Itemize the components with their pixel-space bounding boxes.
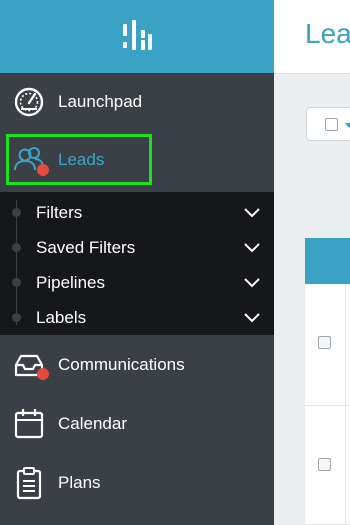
logo-bar[interactable] [0, 0, 274, 73]
submenu-item-pipelines[interactable]: Pipelines [0, 265, 274, 300]
table-row [305, 406, 350, 525]
select-all-checkbox[interactable] [325, 118, 338, 131]
table-gutter [274, 238, 305, 525]
column-divider [345, 284, 346, 405]
row-checkbox[interactable] [318, 336, 331, 349]
column-divider [345, 406, 346, 524]
nav-item-plans[interactable]: Plans [0, 454, 274, 512]
clipboard-icon [16, 467, 42, 500]
notification-badge [37, 164, 49, 176]
toolbar-area [274, 74, 350, 238]
submenu-item-saved-filters[interactable]: Saved Filters [0, 230, 274, 265]
sidebar: Launchpad Leads Filters Saved Filters Pi… [0, 0, 274, 525]
submenu-label: Filters [36, 202, 83, 222]
bullet-dot [12, 208, 21, 217]
logo-bars-icon [123, 19, 152, 50]
nav-item-leads[interactable]: Leads [0, 131, 274, 189]
submenu-label: Pipelines [36, 272, 105, 292]
table-row [305, 284, 350, 406]
bullet-dot [12, 243, 21, 252]
chevron-down-icon [244, 312, 260, 322]
submenu-label: Saved Filters [36, 237, 136, 257]
caret-down-icon [345, 123, 350, 128]
chevron-down-icon [244, 207, 260, 217]
bulk-select-dropdown[interactable] [306, 107, 350, 141]
bullet-dot [12, 313, 21, 322]
chevron-down-icon [244, 277, 260, 287]
leads-submenu: Filters Saved Filters Pipelines Labels [0, 192, 274, 335]
nav-label-launchpad: Launchpad [58, 92, 143, 111]
submenu-item-labels[interactable]: Labels [0, 300, 274, 335]
nav-item-calendar[interactable]: Calendar [0, 395, 274, 453]
nav-label-communications: Communications [58, 355, 185, 374]
row-checkbox[interactable] [318, 458, 331, 471]
nav-label-calendar: Calendar [58, 414, 127, 433]
nav-item-launchpad[interactable]: Launchpad [0, 73, 274, 131]
nav-item-communications[interactable]: Communications [0, 336, 274, 394]
page-title: Lea [305, 18, 350, 49]
calendar-icon [14, 409, 44, 439]
notification-badge [37, 368, 49, 380]
submenu-label: Labels [36, 307, 87, 327]
table-header [305, 238, 350, 284]
submenu-item-filters[interactable]: Filters [0, 195, 274, 230]
nav-label-leads: Leads [58, 150, 105, 169]
chevron-down-icon [244, 242, 260, 252]
main-content: Lea [274, 0, 350, 525]
gauge-icon [14, 87, 44, 117]
nav-label-plans: Plans [58, 473, 101, 492]
bullet-dot [12, 278, 21, 287]
